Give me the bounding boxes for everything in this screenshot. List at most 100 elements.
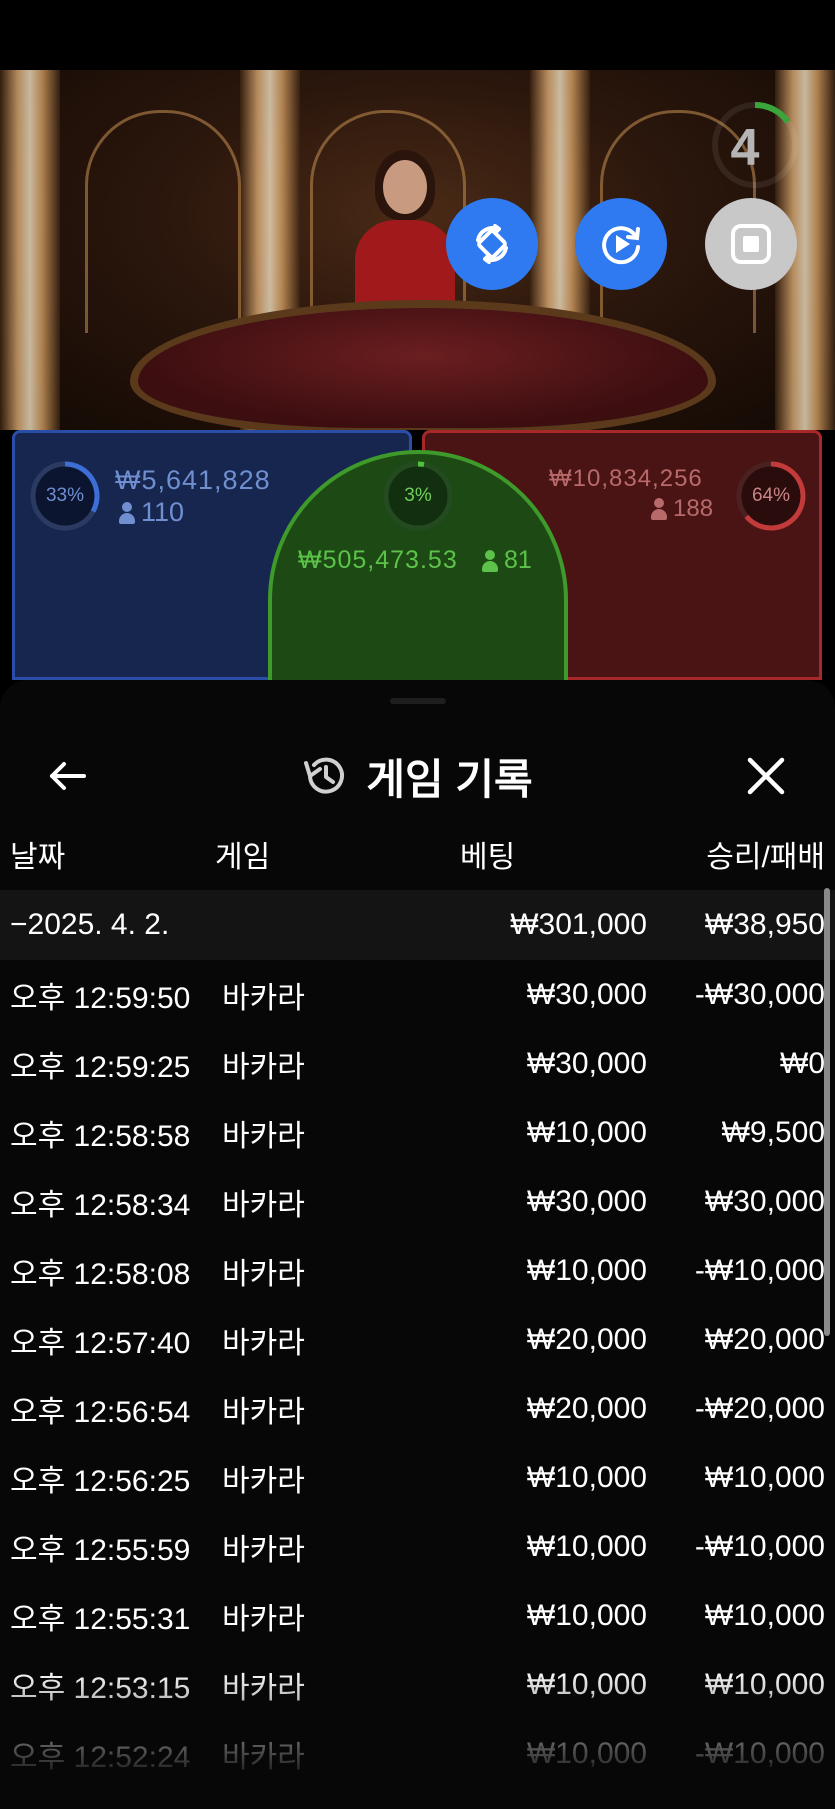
column-header-result: 승리/패배	[706, 841, 825, 874]
stop-button[interactable]	[705, 198, 797, 290]
history-row[interactable]: 오후 12:57:40 바카라 ₩20,000 ₩20,000	[0, 1305, 835, 1374]
row-result: ₩10,000	[704, 1460, 825, 1494]
rotate-view-icon	[476, 224, 508, 264]
sheet-header: 게임 기록	[0, 720, 835, 830]
row-result: -₩10,000	[694, 1529, 825, 1563]
row-bet: ₩10,000	[526, 1598, 647, 1632]
tie-percent: 3%	[404, 485, 432, 506]
person-icon	[482, 549, 498, 572]
row-time: 오후 12:52:24	[10, 1740, 191, 1774]
row-game: 바카라	[222, 1326, 305, 1360]
row-result: -₩20,000	[694, 1391, 825, 1425]
rotate-view-button[interactable]	[446, 198, 538, 290]
row-result: ₩10,000	[704, 1598, 825, 1632]
row-bet: ₩10,000	[526, 1115, 647, 1149]
history-row[interactable]: 오후 12:56:54 바카라 ₩20,000 -₩20,000	[0, 1374, 835, 1443]
row-bet: ₩20,000	[526, 1391, 647, 1425]
row-bet: ₩30,000	[526, 1046, 647, 1080]
row-game: 바카라	[222, 1464, 305, 1498]
banker-bet-amount: ₩10,834,256	[549, 465, 703, 492]
row-bet: ₩10,000	[526, 1529, 647, 1563]
date-group-row[interactable]: −2025. 4. 2. ₩301,000 ₩38,950	[0, 890, 835, 960]
row-result: ₩9,500	[721, 1115, 825, 1149]
history-icon	[304, 757, 345, 794]
date-group-bet-total: ₩301,000	[510, 908, 647, 941]
page-title: 게임 기록	[366, 755, 533, 803]
decor-pillar	[0, 70, 60, 430]
countdown-timer: 4	[730, 119, 760, 177]
row-game: 바카라	[222, 1119, 305, 1153]
row-bet: ₩10,000	[526, 1667, 647, 1701]
row-time: 오후 12:56:54	[10, 1395, 191, 1429]
row-bet: ₩10,000	[526, 1460, 647, 1494]
date-group-label: −2025. 4. 2.	[10, 908, 170, 941]
column-header-game: 게임	[215, 841, 271, 874]
column-header-bet: 베팅	[460, 841, 516, 874]
close-button[interactable]	[738, 748, 794, 804]
history-row[interactable]: 오후 12:59:50 바카라 ₩30,000 -₩30,000	[0, 960, 835, 1029]
history-row[interactable]: 오후 12:59:25 바카라 ₩30,000 ₩0	[0, 1029, 835, 1098]
sheet-title-wrap: 게임 기록	[0, 748, 835, 804]
row-time: 오후 12:56:25	[10, 1464, 191, 1498]
banker-bettor-count: 188	[651, 495, 713, 523]
row-bet: ₩30,000	[526, 1184, 647, 1218]
row-time: 오후 12:58:58	[10, 1119, 191, 1153]
bet-panels: 33% ₩5,641,828 110 64% ₩10,834,256 188 3…	[0, 430, 835, 690]
tie-bet-amount: ₩505,473.53	[298, 546, 458, 574]
row-time: 오후 12:58:34	[10, 1188, 191, 1222]
close-icon	[747, 757, 785, 795]
person-icon	[119, 501, 135, 524]
decor-arch	[85, 110, 241, 333]
replay-button[interactable]	[575, 198, 667, 290]
history-row[interactable]: 오후 12:53:15 바카라 ₩10,000 ₩10,000	[0, 1650, 835, 1719]
person-icon	[651, 498, 667, 520]
row-time: 오후 12:58:08	[10, 1257, 191, 1291]
row-game: 바카라	[222, 1602, 305, 1636]
sheet-grabber[interactable]	[390, 698, 446, 704]
game-history-sheet: 게임 기록 날짜 게임 베팅 승리/패배 −2025. 4. 2. ₩301,0…	[0, 680, 835, 1809]
row-game: 바카라	[222, 1740, 305, 1774]
row-time: 오후 12:57:40	[10, 1326, 191, 1360]
row-time: 오후 12:59:25	[10, 1050, 191, 1084]
history-list: −2025. 4. 2. ₩301,000 ₩38,950 오후 12:59:5…	[0, 890, 835, 1788]
history-row[interactable]: 오후 12:52:24 바카라 ₩10,000 -₩10,000	[0, 1719, 835, 1788]
row-game: 바카라	[222, 1395, 305, 1429]
row-bet: ₩30,000	[526, 977, 647, 1011]
row-bet: ₩20,000	[526, 1322, 647, 1356]
replay-icon	[602, 226, 640, 265]
row-time: 오후 12:53:15	[10, 1671, 191, 1705]
row-game: 바카라	[222, 981, 305, 1015]
row-result: ₩20,000	[704, 1322, 825, 1356]
history-row[interactable]: 오후 12:58:34 바카라 ₩30,000 ₩30,000	[0, 1167, 835, 1236]
row-game: 바카라	[222, 1257, 305, 1291]
row-time: 오후 12:55:59	[10, 1533, 191, 1567]
tie-bettor-count: 81	[482, 546, 532, 575]
history-row[interactable]: 오후 12:55:59 바카라 ₩10,000 -₩10,000	[0, 1512, 835, 1581]
row-bet: ₩10,000	[526, 1253, 647, 1287]
row-game: 바카라	[222, 1671, 305, 1705]
row-result: ₩30,000	[704, 1184, 825, 1218]
row-bet: ₩10,000	[526, 1736, 647, 1770]
status-bar	[0, 0, 835, 70]
scrollbar[interactable]	[824, 888, 830, 1336]
row-time: 오후 12:59:50	[10, 981, 191, 1015]
row-result: -₩30,000	[694, 977, 825, 1011]
player-bet-amount: ₩5,641,828	[115, 465, 271, 495]
date-group-result-total: ₩38,950	[704, 908, 825, 941]
stop-icon	[731, 224, 771, 264]
row-game: 바카라	[222, 1188, 305, 1222]
history-row[interactable]: 오후 12:58:58 바카라 ₩10,000 ₩9,500	[0, 1098, 835, 1167]
history-row[interactable]: 오후 12:55:31 바카라 ₩10,000 ₩10,000	[0, 1581, 835, 1650]
row-result: -₩10,000	[694, 1736, 825, 1770]
player-percent: 33%	[45, 485, 85, 506]
row-time: 오후 12:55:31	[10, 1602, 191, 1636]
row-result: -₩10,000	[694, 1253, 825, 1287]
row-game: 바카라	[222, 1533, 305, 1567]
banker-percent: 64%	[751, 485, 791, 506]
player-bettor-count: 110	[119, 497, 184, 528]
row-result: ₩10,000	[704, 1667, 825, 1701]
history-row[interactable]: 오후 12:58:08 바카라 ₩10,000 -₩10,000	[0, 1236, 835, 1305]
row-result: ₩0	[780, 1046, 825, 1080]
row-game: 바카라	[222, 1050, 305, 1084]
history-row[interactable]: 오후 12:56:25 바카라 ₩10,000 ₩10,000	[0, 1443, 835, 1512]
